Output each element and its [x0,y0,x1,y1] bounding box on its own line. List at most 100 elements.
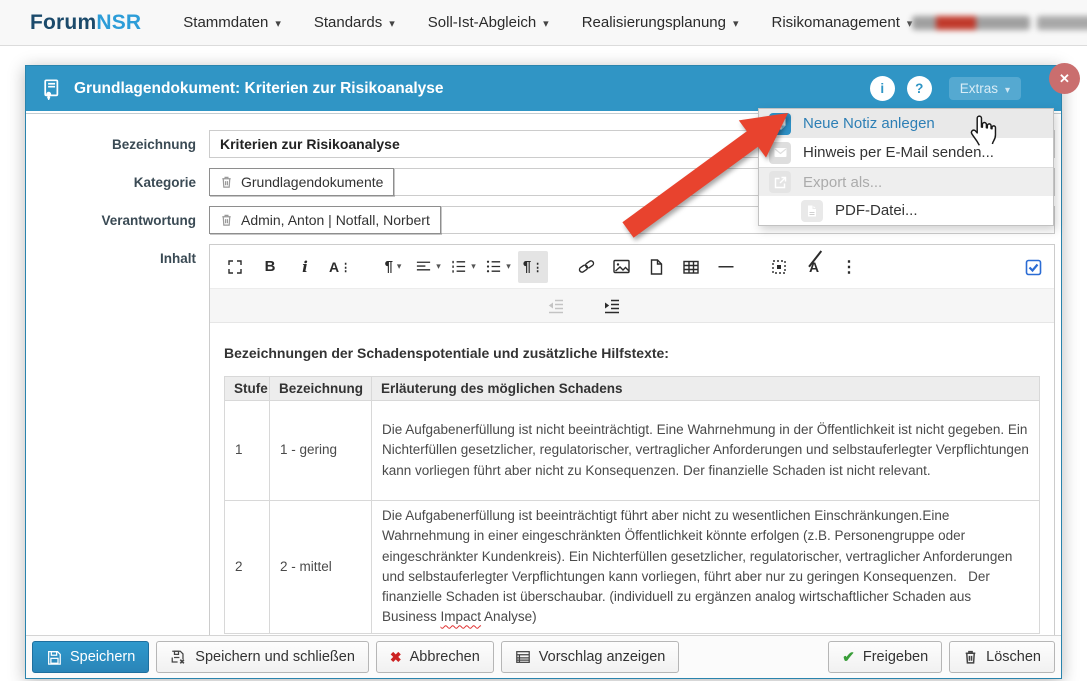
menu-item-neue-notiz[interactable]: Neue Notiz anlegen [759,109,1053,138]
user-name-redacted-highlight [936,16,976,30]
editor-sub-toolbar [210,289,1054,323]
content-heading: Bezeichnungen der Schadenspotentiale und… [224,345,1040,361]
logo-part-nsr: NSR [96,11,141,34]
logo-part-forum: Forum [30,11,96,34]
info-button[interactable]: i [870,76,895,101]
italic-button[interactable] [290,251,320,283]
save-close-icon [170,649,187,666]
delete-button[interactable]: Löschen [949,641,1055,673]
trash-icon[interactable] [220,213,233,227]
menu-item-label: Export als... [803,174,882,191]
main-menu: Stammdaten Standards Soll-Ist-Abgleich R… [183,14,912,31]
pdf-file-icon [801,200,823,222]
release-button[interactable]: ✔ Freigeben [828,641,942,673]
cancel-button-label: Abbrechen [410,649,480,665]
paragraph-format-button[interactable] [378,251,408,283]
menu-item-label: Neue Notiz anlegen [803,115,935,132]
kategorie-chip-label: Grundlagendokumente [241,174,383,190]
top-nav: ForumNSR Stammdaten Standards Soll-Ist-A… [0,0,1087,46]
save-and-close-label: Speichern und schließen [195,649,355,665]
extras-menu: Neue Notiz anlegen Hinweis per E-Mail se… [758,108,1054,226]
cell-erlaeuterung: Die Aufgabenerfüllung ist nicht beeinträ… [372,401,1040,501]
delete-button-label: Löschen [986,649,1041,665]
col-header-erlaeuterung: Erläuterung des möglichen Schadens [372,377,1040,401]
save-button-label: Speichern [70,649,135,665]
cancel-x-icon: ✖ [390,650,402,664]
col-header-bezeichnung: Bezeichnung [270,377,372,401]
note-icon [769,113,791,135]
cell-bezeichnung: 1 - gering [270,401,372,501]
rich-text-editor: Bezeichnungen der Schadenspotentiale und… [209,244,1055,635]
table-row: 2 2 - mittel Die Aufgabenerfüllung ist b… [225,501,1040,634]
insert-table-button[interactable] [676,251,706,283]
list-icon [515,649,531,665]
bezeichnung-label: Bezeichnung [26,137,209,152]
kategorie-label: Kategorie [26,175,209,190]
show-proposal-label: Vorschlag anzeigen [539,649,666,665]
table-row: 1 1 - gering Die Aufgabenerfüllung ist n… [225,401,1040,501]
insert-image-button[interactable] [606,251,636,283]
nav-item-realisierungsplanung[interactable]: Realisierungsplanung [582,14,739,31]
cell-text-part: Analyse) [481,609,537,624]
outdent-button[interactable] [540,290,570,322]
app-logo[interactable]: ForumNSR [30,11,141,35]
nav-item-label: Soll-Ist-Abgleich [428,14,536,31]
schadenspotentiale-table: Stufe Bezeichnung Erläuterung des möglic… [224,376,1040,634]
insert-file-button[interactable] [641,251,671,283]
unordered-list-button[interactable] [483,251,513,283]
document-icon [40,78,62,100]
more-misc-button[interactable] [834,251,864,283]
save-icon [46,649,62,665]
more-text-options-button[interactable] [325,251,355,283]
insert-hr-button[interactable] [711,251,741,283]
save-and-close-button[interactable]: Speichern und schließen [156,641,369,673]
table-header-row: Stufe Bezeichnung Erläuterung des möglic… [225,377,1040,401]
clear-formatting-button[interactable] [799,251,829,283]
ordered-list-button[interactable] [448,251,478,283]
modal-header: Grundlagendokument: Kriterien zur Risiko… [26,66,1061,111]
nav-item-risikomanagement[interactable]: Risikomanagement [772,14,913,31]
nav-item-standards[interactable]: Standards [314,14,395,31]
caret-down-icon [389,14,395,31]
menu-item-export-als: Export als... [759,167,1053,196]
insert-link-button[interactable] [571,251,601,283]
close-button[interactable]: ✕ [1049,63,1080,94]
extras-button[interactable]: Extras [949,77,1021,100]
help-button[interactable]: ? [907,76,932,101]
export-icon [769,171,791,193]
menu-item-pdf-datei[interactable]: PDF-Datei... [759,196,1053,225]
menu-item-hinweis-email[interactable]: Hinweis per E-Mail senden... [759,138,1053,167]
align-button[interactable] [413,251,443,283]
caret-down-icon [275,14,281,31]
caret-down-icon [543,14,549,31]
kategorie-chip[interactable]: Grundlagendokumente [209,168,394,196]
save-button[interactable]: Speichern [32,641,149,673]
select-all-button[interactable] [764,251,794,283]
bold-button[interactable] [255,251,285,283]
caret-down-icon [733,14,739,31]
release-button-label: Freigeben [863,649,928,665]
verantwortung-label: Verantwortung [26,213,209,228]
trash-icon[interactable] [220,175,233,189]
cell-stufe: 2 [225,501,270,634]
col-header-stufe: Stufe [225,377,270,401]
editor-toggle-checkbox[interactable] [1025,259,1042,281]
show-proposal-button[interactable]: Vorschlag anzeigen [501,641,680,673]
app: ForumNSR Stammdaten Standards Soll-Ist-A… [0,0,1087,681]
check-icon: ✔ [842,650,855,665]
editor-content[interactable]: Bezeichnungen der Schadenspotentiale und… [210,323,1054,635]
more-paragraph-options-button[interactable] [518,251,548,283]
nav-item-soll-ist-abgleich[interactable]: Soll-Ist-Abgleich [428,14,549,31]
menu-item-label: Hinweis per E-Mail senden... [803,144,994,161]
cancel-button[interactable]: ✖ Abbrechen [376,641,494,673]
fullscreen-button[interactable] [220,251,250,283]
indent-button[interactable] [596,290,626,322]
editor-toolbar [210,245,1054,289]
nav-item-label: Stammdaten [183,14,268,31]
user-name-redacted [912,16,1030,30]
nav-item-stammdaten[interactable]: Stammdaten [183,14,281,31]
nav-item-label: Standards [314,14,382,31]
verantwortung-chip[interactable]: Admin, Anton | Notfall, Norbert [209,206,441,234]
user-menu[interactable]: (ADMINISTRATOR) [912,14,1087,32]
user-name-redacted-2 [1037,16,1087,30]
